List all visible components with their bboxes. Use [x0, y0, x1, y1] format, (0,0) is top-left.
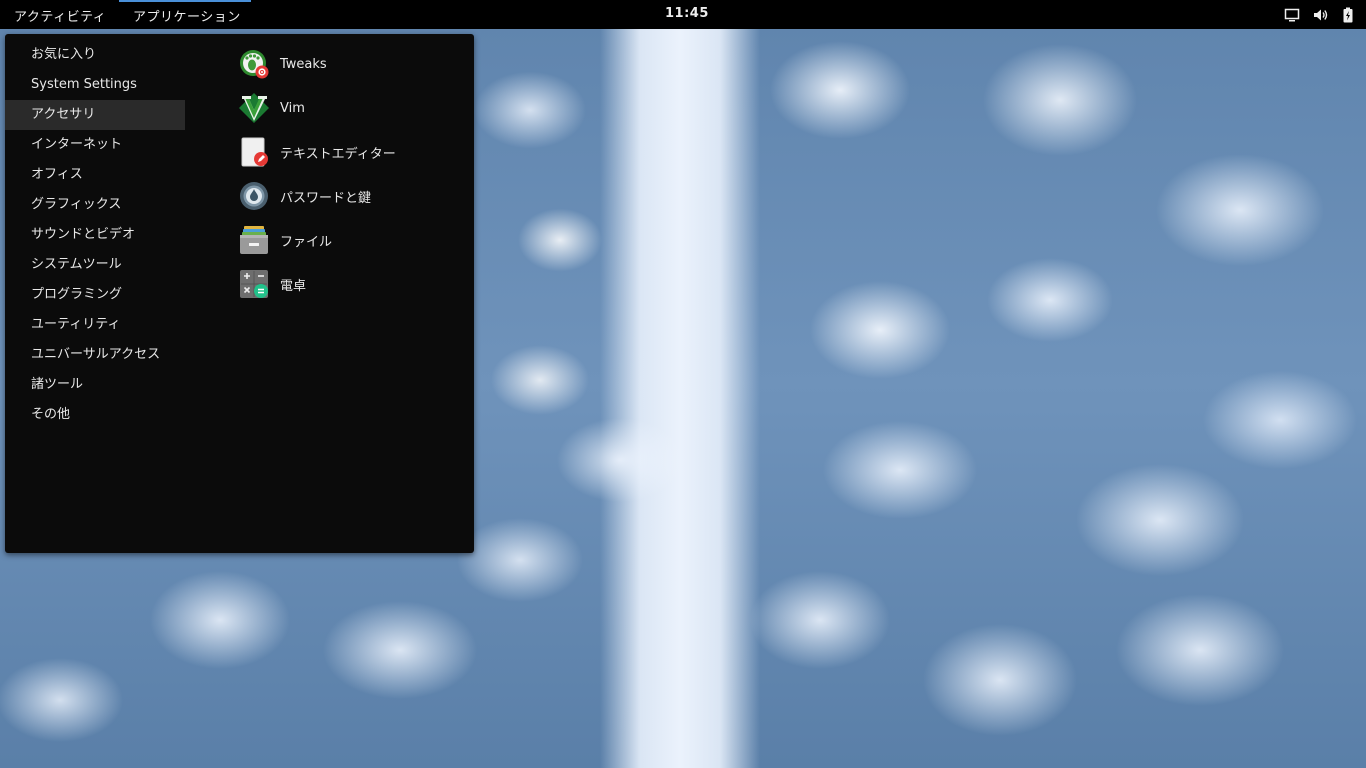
app-list: Tweaks Vim テキストエディター パスワードと鍵 ファイル 電卓	[238, 42, 396, 306]
passwords-keys-icon	[238, 180, 270, 212]
applications-menu-button[interactable]: アプリケーション	[119, 0, 251, 29]
app-item-text-editor[interactable]: テキストエディター	[238, 130, 396, 174]
category-system-tools[interactable]: システムツール	[5, 250, 185, 280]
app-item-calculator[interactable]: 電卓	[238, 262, 396, 306]
top-bar: アクティビティ アプリケーション 11:45	[0, 0, 1366, 29]
calculator-icon	[238, 268, 270, 300]
category-office[interactable]: オフィス	[5, 160, 185, 190]
applications-menu-panel: お気に入り System Settings アクセサリ インターネット オフィス…	[5, 34, 474, 553]
battery-icon[interactable]	[1340, 7, 1356, 23]
app-label: Vim	[280, 100, 305, 116]
files-icon	[238, 224, 270, 256]
app-label: テキストエディター	[280, 146, 396, 162]
clock[interactable]: 11:45	[665, 6, 709, 21]
category-sound-video[interactable]: サウンドとビデオ	[5, 220, 185, 250]
category-list: お気に入り System Settings アクセサリ インターネット オフィス…	[5, 40, 185, 430]
app-label: 電卓	[280, 278, 307, 294]
category-favorites[interactable]: お気に入り	[5, 40, 185, 70]
app-label: パスワードと鍵	[280, 190, 372, 206]
vim-icon	[238, 92, 270, 124]
category-graphics[interactable]: グラフィックス	[5, 190, 185, 220]
app-item-passwords-keys[interactable]: パスワードと鍵	[238, 174, 396, 218]
activities-button[interactable]: アクティビティ	[14, 6, 106, 25]
app-item-vim[interactable]: Vim	[238, 86, 396, 130]
applications-menu-label: アプリケーション	[133, 10, 241, 25]
text-editor-icon	[238, 136, 270, 168]
category-internet[interactable]: インターネット	[5, 130, 185, 160]
category-misc-tools[interactable]: 諸ツール	[5, 370, 185, 400]
category-programming[interactable]: プログラミング	[5, 280, 185, 310]
category-other[interactable]: その他	[5, 400, 185, 430]
category-utilities[interactable]: ユーティリティ	[5, 310, 185, 340]
tweaks-icon	[238, 48, 270, 80]
app-item-tweaks[interactable]: Tweaks	[238, 42, 396, 86]
category-accessories[interactable]: アクセサリ	[5, 100, 185, 130]
app-label: Tweaks	[280, 56, 327, 72]
app-label: ファイル	[280, 234, 333, 250]
display-icon[interactable]	[1284, 7, 1300, 23]
category-system-settings[interactable]: System Settings	[5, 70, 185, 100]
category-universal-access[interactable]: ユニバーサルアクセス	[5, 340, 185, 370]
system-tray[interactable]	[1284, 6, 1356, 23]
volume-icon[interactable]	[1312, 7, 1328, 23]
app-item-files[interactable]: ファイル	[238, 218, 396, 262]
